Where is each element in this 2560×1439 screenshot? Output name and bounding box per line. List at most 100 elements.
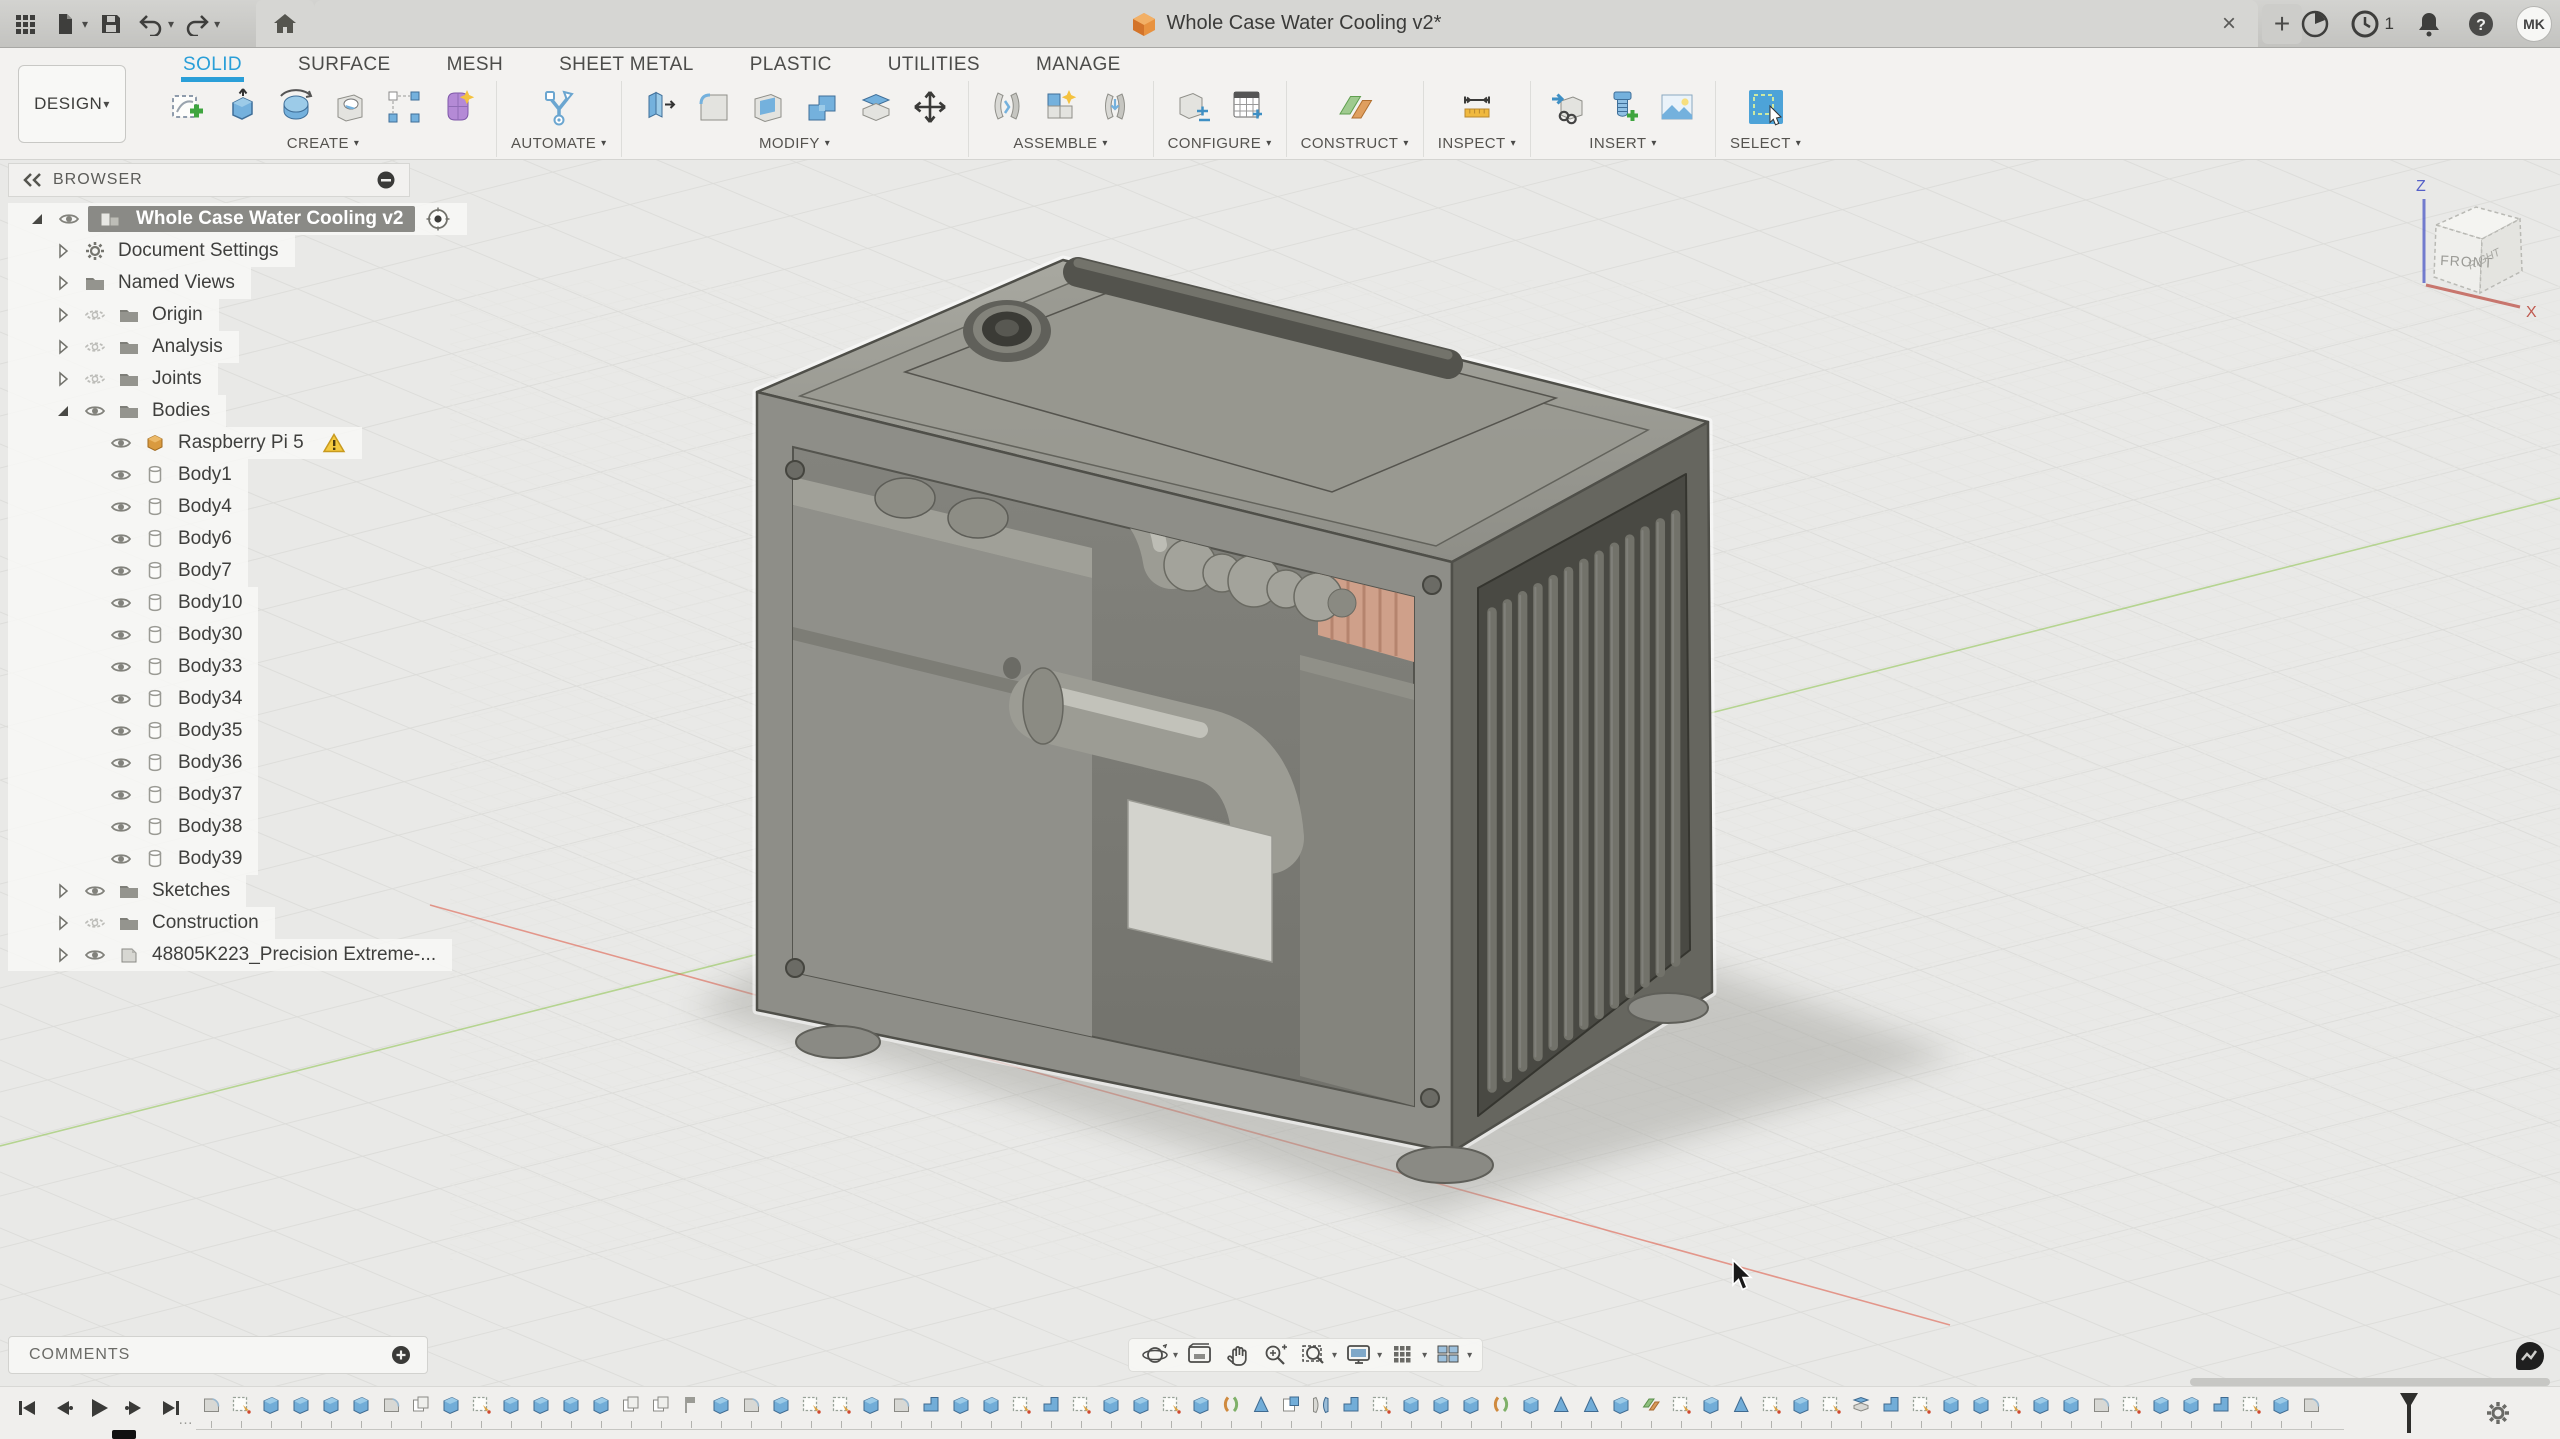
visibility-eye-icon[interactable] <box>110 816 132 838</box>
timeline-feature-loft[interactable] <box>1246 1393 1276 1428</box>
visibility-eye-icon[interactable] <box>110 560 132 582</box>
expander-closed-icon[interactable] <box>53 305 73 325</box>
timeline-feature-extrude[interactable] <box>976 1393 1006 1428</box>
browser-row-body34[interactable]: Body34 <box>8 683 259 715</box>
redo-button[interactable] <box>180 6 214 42</box>
timeline-feature-loft[interactable] <box>1546 1393 1576 1428</box>
visibility-eye-icon[interactable] <box>110 656 132 678</box>
timeline-feature-extrude[interactable] <box>1696 1393 1726 1428</box>
expander-closed-icon[interactable] <box>53 241 73 261</box>
browser-row-whole-case-water-cooling-v2[interactable]: Whole Case Water Cooling v2 <box>8 203 468 235</box>
timeline-feature-extrude[interactable] <box>436 1393 466 1428</box>
timeline-feature-extrude[interactable] <box>2056 1393 2086 1428</box>
timeline-feature-sketch[interactable] <box>226 1393 256 1428</box>
configuration-table-button[interactable] <box>1223 83 1271 131</box>
pan-button[interactable] <box>1220 1341 1256 1369</box>
timeline-feature-fillet[interactable] <box>2086 1393 2116 1428</box>
chevron-down-icon[interactable]: ▾ <box>82 17 88 31</box>
timeline-feature-extrude[interactable] <box>1426 1393 1456 1428</box>
workspace-selector[interactable]: DESIGN ▾ <box>18 65 126 143</box>
timeline-feature-extrude[interactable] <box>1606 1393 1636 1428</box>
visibility-eye-icon[interactable] <box>110 592 132 614</box>
timeline-feature-fillet[interactable] <box>376 1393 406 1428</box>
timeline-feature-combine[interactable] <box>1036 1393 1066 1428</box>
timeline-feature-sketch[interactable] <box>1666 1393 1696 1428</box>
timeline-feature-plane[interactable] <box>1636 1393 1666 1428</box>
timeline-feature-sketch[interactable] <box>2236 1393 2266 1428</box>
tab-solid[interactable]: SOLID <box>180 54 245 82</box>
timeline-scrollbar[interactable] <box>2190 1378 2550 1386</box>
insert-canvas-button[interactable] <box>1653 83 1701 131</box>
configuration-button[interactable] <box>1169 83 1217 131</box>
browser-row-body10[interactable]: Body10 <box>8 587 259 619</box>
visibility-eye-off-icon[interactable] <box>84 304 106 326</box>
expander-closed-icon[interactable] <box>53 945 73 965</box>
visibility-eye-icon[interactable] <box>110 784 132 806</box>
visibility-eye-icon[interactable] <box>110 720 132 742</box>
browser-row-body30[interactable]: Body30 <box>8 619 259 651</box>
visibility-eye-icon[interactable] <box>58 208 80 230</box>
timeline-feature-fillet[interactable] <box>736 1393 766 1428</box>
visibility-eye-icon[interactable] <box>84 880 106 902</box>
timeline-feature-extrude[interactable] <box>526 1393 556 1428</box>
joint-origin-button[interactable] <box>1091 83 1139 131</box>
timeline-feature-sketch[interactable] <box>1366 1393 1396 1428</box>
combine-button[interactable] <box>798 83 846 131</box>
browser-row-48805k223-precision-extreme[interactable]: 48805K223_Precision Extreme-... <box>8 939 453 971</box>
timeline-feature-sketch[interactable] <box>826 1393 856 1428</box>
document-tab[interactable]: Whole Case Water Cooling v2* × <box>314 0 2258 47</box>
timeline-feature-combine[interactable] <box>2206 1393 2236 1428</box>
play-button[interactable] <box>86 1395 112 1421</box>
grid-settings-button[interactable] <box>1386 1341 1422 1369</box>
revolve-button[interactable] <box>272 83 320 131</box>
group-label-construct[interactable]: CONSTRUCT ▾ <box>1301 135 1409 152</box>
close-tab-icon[interactable]: × <box>2214 10 2244 38</box>
browser-row-raspberry-pi-5[interactable]: Raspberry Pi 5 <box>8 427 362 459</box>
timeline-feature-extrude[interactable] <box>586 1393 616 1428</box>
browser-row-body6[interactable]: Body6 <box>8 523 248 555</box>
chevron-down-icon[interactable]: ▾ <box>1377 1350 1382 1361</box>
construct-plane-button[interactable] <box>1331 83 1379 131</box>
chevron-down-icon[interactable]: ▾ <box>1467 1350 1472 1361</box>
timeline-feature-extrude[interactable] <box>1396 1393 1426 1428</box>
timeline-feature-combine[interactable] <box>1876 1393 1906 1428</box>
timeline-feature-mirror[interactable] <box>1306 1393 1336 1428</box>
visibility-eye-icon[interactable] <box>110 688 132 710</box>
chevron-down-icon[interactable]: ▾ <box>214 17 220 31</box>
browser-row-body33[interactable]: Body33 <box>8 651 259 683</box>
press-pull-button[interactable] <box>636 83 684 131</box>
new-component-button[interactable] <box>1037 83 1085 131</box>
timeline-feature-extrude[interactable] <box>1966 1393 1996 1428</box>
timeline-feature-joint[interactable] <box>1486 1393 1516 1428</box>
timeline-feature-extrude[interactable] <box>706 1393 736 1428</box>
timeline-feature-sketch[interactable] <box>1816 1393 1846 1428</box>
tab-sheet-metal[interactable]: SHEET METAL <box>559 54 694 78</box>
timeline-feature-sketch[interactable] <box>1156 1393 1186 1428</box>
timeline-feature-copy[interactable] <box>646 1393 676 1428</box>
extensions-button[interactable] <box>2298 6 2332 42</box>
timeline-feature-combine[interactable] <box>916 1393 946 1428</box>
split-body-button[interactable] <box>852 83 900 131</box>
expander-closed-icon[interactable] <box>53 369 73 389</box>
expander-closed-icon[interactable] <box>53 273 73 293</box>
visibility-eye-icon[interactable] <box>110 752 132 774</box>
visibility-eye-icon[interactable] <box>84 944 106 966</box>
browser-row-body1[interactable]: Body1 <box>8 459 248 491</box>
extrude-button[interactable] <box>218 83 266 131</box>
joint-button[interactable] <box>983 83 1031 131</box>
group-label-automate[interactable]: AUTOMATE ▾ <box>511 135 607 152</box>
step-forward-button[interactable] <box>122 1395 148 1421</box>
timeline-feature-sketch[interactable] <box>796 1393 826 1428</box>
tab-utilities[interactable]: UTILITIES <box>888 54 980 78</box>
timeline-feature-extrude[interactable] <box>2266 1393 2296 1428</box>
look-at-button[interactable] <box>1182 1341 1218 1369</box>
timeline-feature-extrude[interactable] <box>346 1393 376 1428</box>
chevron-down-icon[interactable]: ▾ <box>1332 1350 1337 1361</box>
browser-row-bodies[interactable]: Bodies <box>8 395 227 427</box>
add-comment-icon[interactable] <box>389 1343 413 1367</box>
group-label-insert[interactable]: INSERT ▾ <box>1589 135 1657 152</box>
display-settings-button[interactable] <box>1341 1341 1377 1369</box>
zoom-button[interactable] <box>1258 1341 1294 1369</box>
timeline-feature-joint[interactable] <box>1216 1393 1246 1428</box>
group-label-configure[interactable]: CONFIGURE ▾ <box>1168 135 1272 152</box>
